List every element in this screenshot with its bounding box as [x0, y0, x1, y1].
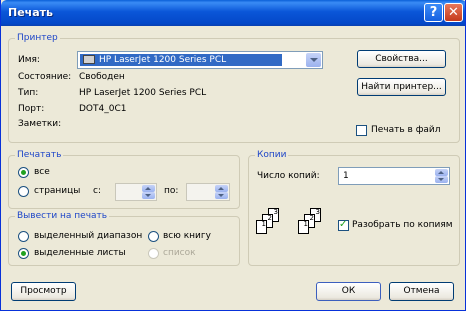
collate-checkbox[interactable]	[338, 219, 349, 231]
copies-count-label: Число копий:	[257, 171, 320, 181]
collate-illustration-icon: 3 2 1 3 2 1	[256, 208, 328, 244]
print-to-file-label: Печать в файл	[371, 125, 441, 135]
spin-up-icon[interactable]	[142, 185, 155, 192]
selected-range-label: выделенный диапазон	[34, 231, 143, 241]
whole-book-label: всю книгу	[163, 231, 211, 241]
list-label: список	[163, 248, 196, 258]
print-dialog: Печать ? ✕ Принтер Имя: HP LaserJet 1200…	[0, 0, 466, 311]
printer-name-label: Имя:	[18, 55, 40, 65]
list-radio[interactable]	[148, 248, 159, 259]
printer-legend: Принтер	[15, 33, 60, 44]
type-value: HP LaserJet 1200 Series PCL	[79, 88, 207, 98]
print-range-legend: Печатать	[15, 150, 64, 161]
find-printer-button[interactable]: Найти принтер...	[357, 78, 446, 96]
copies-count-spinner[interactable]: 1	[338, 167, 450, 185]
range-all-radio[interactable]	[18, 167, 29, 178]
notes-label: Заметки:	[18, 119, 62, 129]
range-pages-radio[interactable]	[18, 186, 29, 197]
selected-sheets-label: выделенные листы	[34, 248, 126, 258]
copies-count-value: 1	[343, 171, 349, 181]
spin-up-icon[interactable]	[435, 169, 448, 176]
dialog-title: Печать	[8, 6, 53, 19]
print-what-legend: Вывести на печать	[15, 211, 110, 222]
print-to-file-checkbox[interactable]	[356, 125, 367, 136]
status-label: Состояние:	[18, 72, 72, 82]
printer-select[interactable]: HP LaserJet 1200 Series PCL	[77, 51, 323, 69]
spin-down-icon[interactable]	[142, 192, 155, 199]
help-button[interactable]: ?	[424, 3, 443, 22]
preview-button[interactable]: Просмотр	[11, 282, 76, 301]
printer-selected-name: HP LaserJet 1200 Series PCL	[99, 55, 227, 65]
ok-button[interactable]: ОК	[316, 282, 381, 301]
spin-down-icon[interactable]	[435, 176, 448, 183]
status-value: Свободен	[79, 72, 125, 82]
close-button[interactable]: ✕	[444, 3, 463, 22]
range-pages-label: страницы	[34, 186, 81, 196]
spin-down-icon[interactable]	[215, 192, 228, 199]
range-all-label: все	[34, 167, 50, 177]
range-from-label: с:	[93, 186, 101, 196]
collate-label: Разобрать по копиям	[352, 220, 453, 230]
selected-range-radio[interactable]	[18, 231, 29, 242]
cancel-button[interactable]: Отмена	[389, 282, 454, 301]
port-label: Порт:	[18, 104, 45, 114]
copies-legend: Копии	[255, 150, 289, 161]
range-to-spinner[interactable]	[186, 183, 230, 201]
whole-book-radio[interactable]	[148, 231, 159, 242]
range-to-label: по:	[164, 186, 179, 196]
type-label: Тип:	[18, 88, 39, 98]
range-from-spinner[interactable]	[115, 183, 157, 201]
properties-button[interactable]: Свойства...	[357, 50, 446, 68]
selected-sheets-radio[interactable]	[18, 248, 29, 259]
chevron-down-icon[interactable]	[306, 53, 321, 67]
spin-up-icon[interactable]	[215, 185, 228, 192]
port-value: DOT4_0C1	[79, 104, 127, 114]
printer-icon	[83, 55, 95, 64]
title-bar: Печать ? ✕	[1, 0, 465, 26]
printer-select-value: HP LaserJet 1200 Series PCL	[80, 54, 282, 66]
